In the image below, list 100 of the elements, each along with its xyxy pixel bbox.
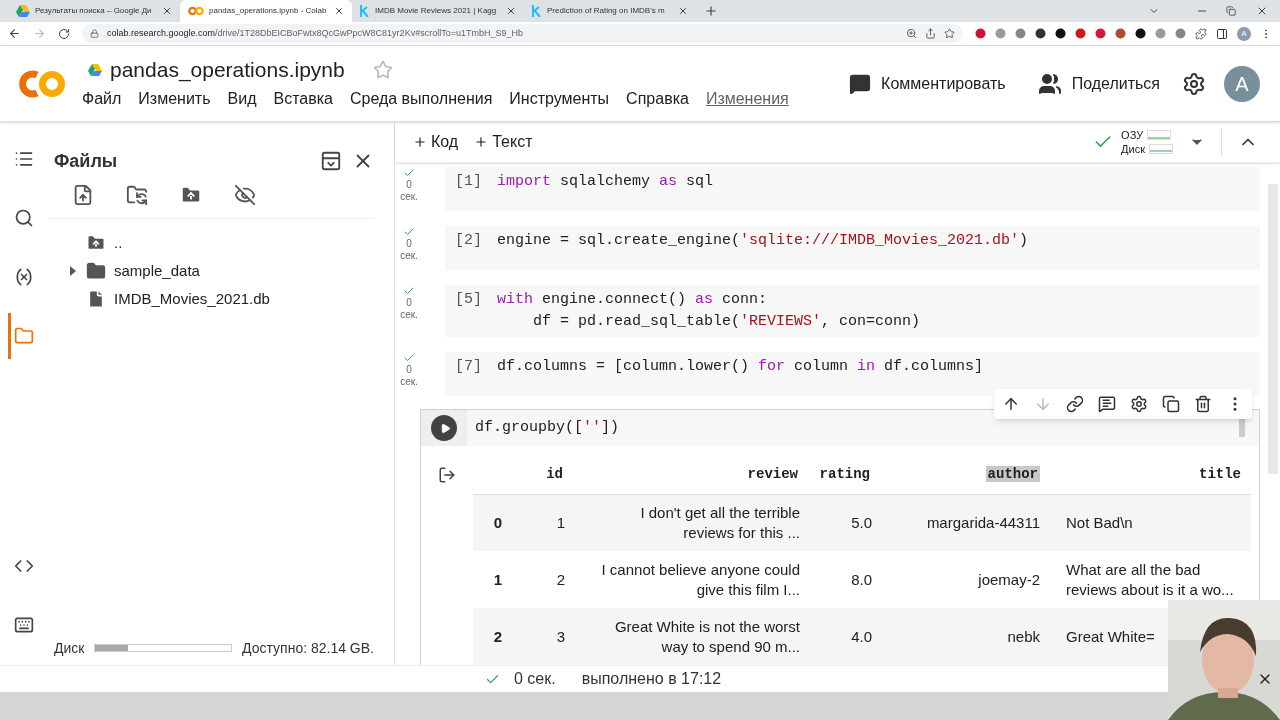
menu-item[interactable]: Инструменты xyxy=(509,86,610,111)
browser-tab[interactable]: IMDB Movie Reviews 2021 | Kagg xyxy=(352,0,524,22)
variables-icon xyxy=(14,267,34,287)
share-button[interactable]: Поделиться xyxy=(1037,71,1160,96)
mirror-cell-icon[interactable] xyxy=(1162,395,1180,413)
table-cell: 5.0 xyxy=(851,513,872,531)
code-cell[interactable]: [7] df.columns = [column.lower() for column in df.columns] xyxy=(445,352,1260,396)
menu-item[interactable]: Вид xyxy=(227,86,257,111)
exec-time-unit: сек. xyxy=(400,191,418,203)
colab-icon xyxy=(188,6,204,16)
run-check-icon xyxy=(403,167,415,179)
restore-icon[interactable] xyxy=(1226,6,1236,16)
browser-tab[interactable]: Prediction of Rating on IMDB's m xyxy=(524,0,696,22)
run-check-icon xyxy=(403,285,415,297)
table-cell: 2 xyxy=(556,570,565,588)
row-index: 1 xyxy=(493,570,503,588)
table-cell: Great White= xyxy=(1066,627,1155,645)
run-button[interactable] xyxy=(431,415,457,441)
menu-item[interactable]: Среда выполнения xyxy=(349,86,493,111)
star-icon[interactable] xyxy=(372,59,393,80)
close-icon[interactable] xyxy=(506,6,516,16)
table-cell: What are all the bad reviews about is it a wo... xyxy=(1066,560,1234,598)
share-icon[interactable] xyxy=(925,28,936,39)
close-icon[interactable] xyxy=(678,6,688,16)
extension-icon[interactable] xyxy=(1055,28,1066,39)
reload-icon[interactable] xyxy=(58,27,70,40)
keyboard-icon xyxy=(14,615,34,635)
expand-caret-icon[interactable] xyxy=(68,266,76,276)
window-icon[interactable] xyxy=(320,150,342,172)
column-header: author xyxy=(985,466,1040,483)
execution-count: [7] xyxy=(454,357,483,377)
refresh-folder-icon[interactable] xyxy=(126,184,148,206)
extension-icon[interactable] xyxy=(1135,28,1146,39)
file-name[interactable]: IMDB_Movies_2021.db xyxy=(114,287,270,311)
back-icon[interactable] xyxy=(8,27,21,40)
code-line: df.groupby(['']) xyxy=(475,418,620,438)
extensions-icon[interactable] xyxy=(1195,27,1207,40)
menu-item[interactable]: Файл xyxy=(82,86,122,111)
add-code-button[interactable]: Код xyxy=(413,130,459,154)
side-panel-icon[interactable] xyxy=(1216,27,1228,40)
run-check-icon xyxy=(403,226,415,238)
exec-time: 0 xyxy=(406,364,412,376)
code-line: with engine.connect() as conn: xyxy=(497,290,768,310)
ram-label: ОЗУ xyxy=(1121,128,1144,142)
upload-file-icon[interactable] xyxy=(72,184,94,206)
notebook-title[interactable]: pandas_operations.ipynb xyxy=(110,53,345,86)
code-cell[interactable]: [1] import sqlalchemy as sql xyxy=(445,167,1260,211)
close-icon[interactable] xyxy=(334,6,344,16)
move-up-icon[interactable] xyxy=(1002,395,1020,413)
disk-available: Доступно: 82.14 GB. xyxy=(242,638,374,658)
extension-icon[interactable] xyxy=(1035,28,1046,39)
column-header: title xyxy=(1198,466,1242,483)
comment-button[interactable]: Комментировать xyxy=(849,71,1006,96)
comment-icon[interactable] xyxy=(1098,395,1116,413)
menu-item[interactable]: Справка xyxy=(626,86,689,111)
folder-icon xyxy=(14,326,34,346)
star-icon[interactable] xyxy=(944,28,955,39)
settings-icon[interactable] xyxy=(1130,395,1148,413)
changes-link[interactable]: Изменения xyxy=(705,86,789,111)
panel-title: Файлы xyxy=(54,149,118,173)
code-cell[interactable]: [5] with engine.connect() as conn: df = pd.read_sql_table('REVIEWS', con=conn) xyxy=(445,285,1260,337)
exec-time-unit: сек. xyxy=(400,250,418,262)
k-icon xyxy=(532,5,542,17)
play-icon xyxy=(439,422,451,434)
table-cell: 4.0 xyxy=(851,627,872,645)
run-check-icon xyxy=(403,352,415,364)
link-icon[interactable] xyxy=(1066,395,1084,413)
active-cell[interactable] xyxy=(420,409,1260,665)
address-field[interactable]: colab.research.google.com/drive/1T28DbEICBoFwtx8QcGwPpcW8C81yr2Kv#scrollTo=u1TmbH_S9_Hb xyxy=(82,24,963,43)
close-icon[interactable] xyxy=(162,6,172,16)
table-cell: 8.0 xyxy=(851,570,872,588)
output-icon[interactable] xyxy=(438,466,456,484)
close-window-icon[interactable] xyxy=(1256,5,1268,17)
code-cell[interactable]: [2] engine = sql.create_engine('sqlite:///IMDB_Movies_2021.db') xyxy=(445,226,1260,270)
browser-tab[interactable]: pandas_operations.ipynb - Colab xyxy=(180,0,352,22)
exec-time-unit: сек. xyxy=(400,376,418,388)
add-text-button[interactable]: Текст xyxy=(474,130,533,154)
hidden-files-icon[interactable] xyxy=(234,184,256,206)
menu-item[interactable]: Вставка xyxy=(273,86,333,111)
menu-item[interactable]: Изменить xyxy=(138,86,211,111)
browser-tab[interactable]: Результаты поиска – Google Ди xyxy=(8,0,180,22)
exec-time: 0 xyxy=(406,179,412,191)
new-tab-icon[interactable] xyxy=(704,4,718,18)
plus-icon xyxy=(474,135,489,149)
disk-label: Диск xyxy=(1121,142,1145,156)
file-name[interactable]: sample_data xyxy=(114,259,200,283)
url-text: colab.research.google.com/drive/1T28DbEICBoFwtx8QcGwPpcW8C81yr2Kv#scrollTo=u1TmbH_S9_Hb xyxy=(107,26,523,40)
zoom-icon[interactable] xyxy=(906,28,917,39)
table-cell: margarida-44311 xyxy=(926,513,1040,531)
code-line: import sqlalchemy as sql xyxy=(497,172,714,192)
code-line: df.columns = [column.lower() for column in df.columns] xyxy=(497,357,984,377)
file-name[interactable]: .. xyxy=(114,231,123,255)
comment-icon xyxy=(849,72,872,95)
cell-scrollbar[interactable] xyxy=(1239,419,1245,437)
exec-time: 0 xyxy=(406,297,412,309)
code-line: df = pd.read_sql_table('REVIEWS', con=conn) xyxy=(532,312,921,332)
search-icon xyxy=(14,208,34,228)
delete-icon[interactable] xyxy=(1194,395,1212,413)
table-cell: Not Bad\n xyxy=(1066,513,1133,531)
settings-icon[interactable] xyxy=(1182,71,1206,96)
